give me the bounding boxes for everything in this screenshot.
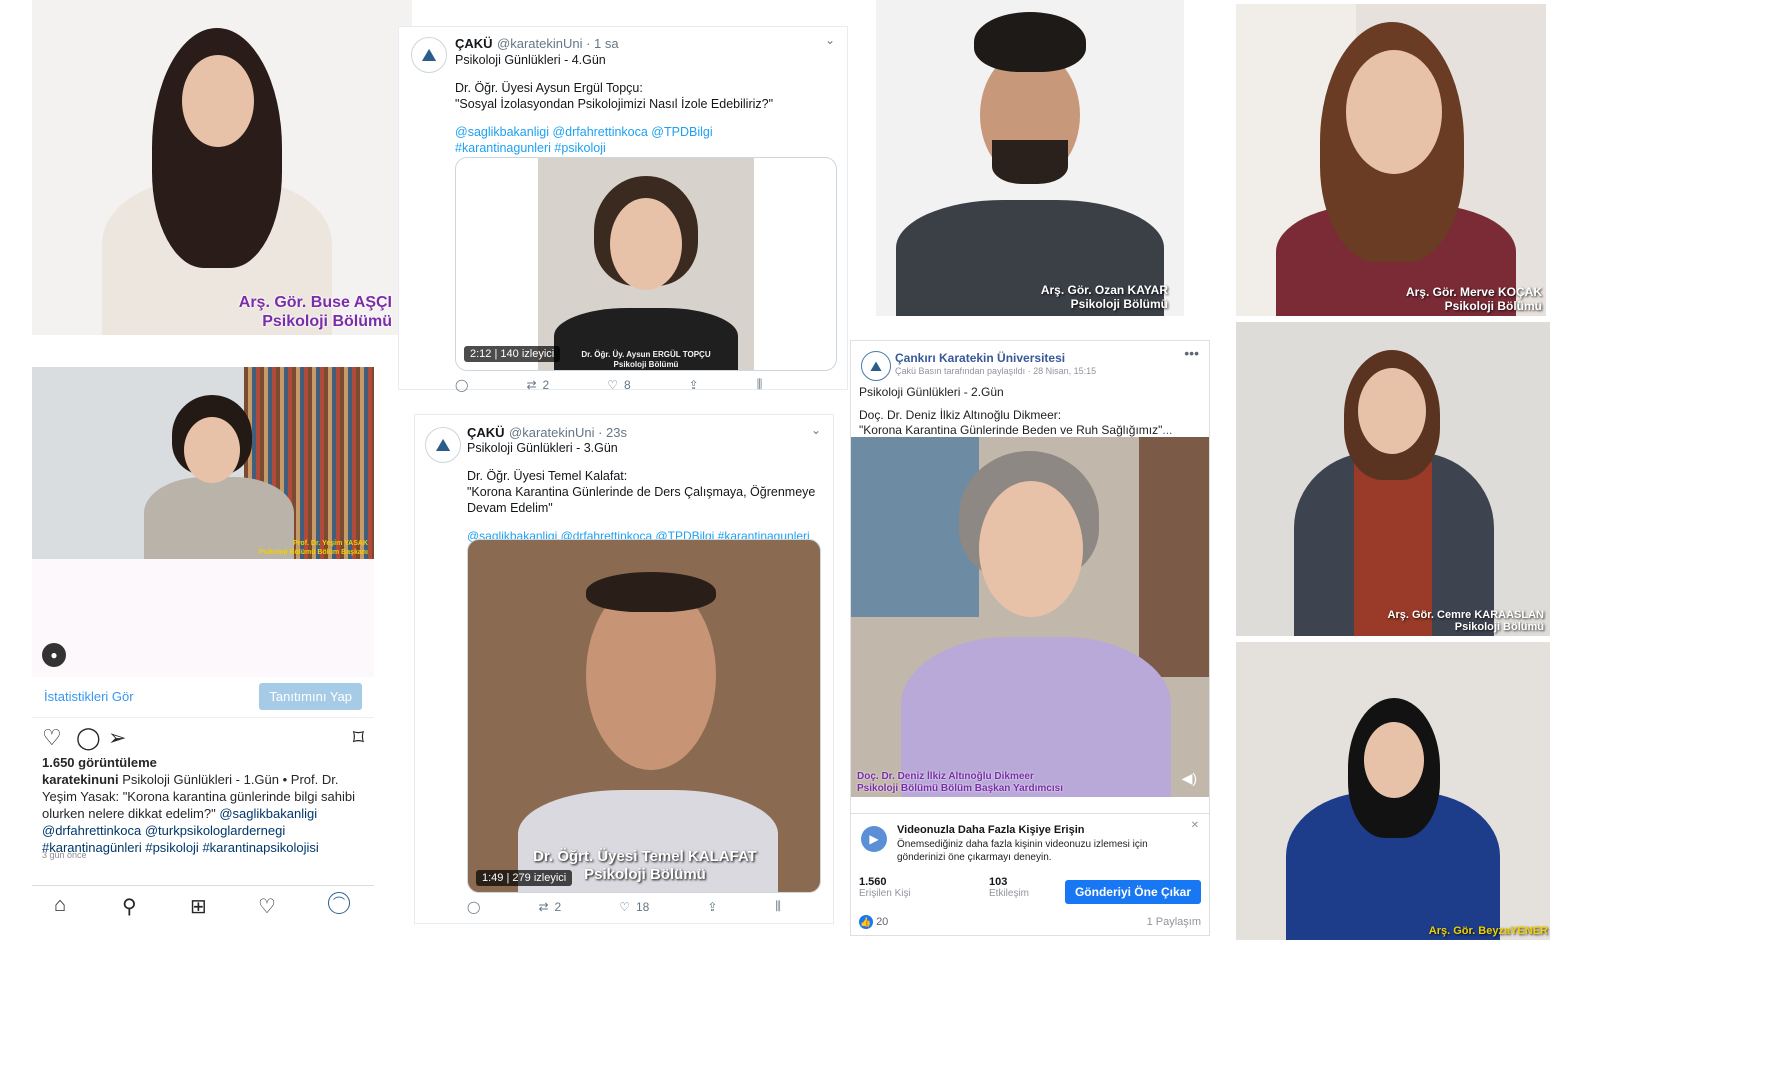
tweet-handle: @karatekinUni · 23s (509, 425, 627, 440)
tile-caption-name: Arş. Gör. Buse AŞÇI (238, 294, 392, 312)
comment-icon[interactable]: ◯ (76, 725, 101, 751)
caption-tags-3[interactable]: #karantinapsikolojisi (202, 840, 318, 855)
like-icon[interactable]: ♡ 8 (607, 377, 630, 392)
view-insights-link[interactable]: İstatistikleri Gör (44, 689, 134, 704)
video-duration: 1:49 | 279 izleyici (476, 870, 573, 886)
tile-caption-name: Arş. Gör. Cemre KARAASLAN (1387, 608, 1544, 621)
analytics-icon[interactable]: ⫼ (757, 377, 763, 392)
retweet-icon[interactable]: ⇄ 2 (526, 377, 549, 392)
video-tile-merve: Arş. Gör. Merve KOÇAK Psikoloji Bölümü (1236, 4, 1546, 316)
page-logo-icon[interactable]: ⛰ (861, 351, 891, 381)
close-icon[interactable]: ✕ (1191, 820, 1199, 831)
bookmark-icon[interactable]: ⌑ (353, 725, 364, 751)
instagram-bottom-nav: ⌂ ⚲ ⊞ ♡ ⌒ (32, 885, 374, 926)
tile-caption-name: Arş. Gör. BeyzaYENER (1428, 925, 1548, 938)
reach-value: 1.560 (859, 876, 887, 888)
tile-caption-name: Arş. Gör. Ozan KAYAR (1040, 283, 1168, 298)
view-count: 1.650 görüntüleme (42, 755, 157, 770)
analytics-icon[interactable]: ⫼ (775, 899, 781, 914)
activity-icon[interactable]: ♡ (258, 894, 276, 919)
tweet-video[interactable]: Dr. Öğrt. Üyesi Temel KALAFAT Psikoloji … (467, 539, 821, 893)
more-options-icon[interactable]: ••• (1184, 345, 1199, 361)
promo-text: Önemsediğiniz daha fazla kişinin videonu… (897, 839, 1148, 863)
reply-icon[interactable]: ◯ (467, 899, 480, 914)
home-icon[interactable]: ⌂ (54, 894, 66, 917)
search-icon[interactable]: ⚲ (122, 894, 137, 919)
instagram-video[interactable]: Prof. Dr. Yeşim YASAK Psikoloji Bölümü B… (32, 367, 374, 559)
boost-post-button[interactable]: Gönderiyi Öne Çıkar (1064, 880, 1201, 904)
tweet-video[interactable]: Dr. Öğr. Üy. Aysun ERGÜL TOPÇU Psikoloji… (455, 157, 837, 371)
share-icon[interactable]: ⇪ (689, 377, 699, 392)
tweet-actions: ◯ ⇄ 2 ♡ 8 ⇪ ⫼ (455, 377, 775, 392)
tile-caption-dept: Psikoloji Bölümü (1070, 297, 1168, 312)
reaction-count: 20 (876, 916, 889, 928)
video-duration: 2:12 | 140 izleyici (464, 346, 561, 362)
tile-caption-name: Arş. Gör. Merve KOÇAK (1405, 285, 1542, 300)
facebook-post: ⛰ Çankırı Karatekin Üniversitesi Çakü Ba… (850, 340, 1210, 936)
share-count: 1 Paylaşım (1146, 916, 1201, 928)
post-caption: karatekinuni Psikoloji Günlükleri - 1.Gü… (42, 771, 362, 856)
video-tile-cemre: Arş. Gör. Cemre KARAASLAN Psikoloji Bölü… (1236, 322, 1550, 636)
tweet-actions: ◯ ⇄ 2 ♡ 18 ⇪ ⫼ (467, 899, 787, 914)
share-icon[interactable]: ➢ (108, 725, 126, 751)
reply-icon[interactable]: ◯ (455, 377, 468, 392)
tweet-mentions[interactable]: @saglikbakanligi @drfahrettinkoca @TPDBi… (455, 124, 835, 140)
university-logo-icon[interactable]: ⛰ (411, 37, 447, 73)
tile-caption-dept: Psikoloji Bölümü (262, 312, 392, 330)
video-tile-buse: Arş. Gör. Buse AŞÇI Psikoloji Bölümü (32, 0, 412, 335)
reach-label: Erişilen Kişi (859, 888, 911, 899)
tweet-card-2: ⛰ ÇAKÜ @karatekinUni · 23s ⌄ Psikoloji G… (414, 414, 834, 924)
promo-title: Videonuzla Daha Fazla Kişiye Erişin (897, 824, 1085, 836)
engagement-value: 103 (989, 876, 1008, 888)
like-reaction-icon[interactable]: 👍 (859, 915, 873, 929)
tile-caption-dept: Psikoloji Bölümü (1454, 621, 1544, 634)
camera-icon[interactable]: ● (42, 643, 66, 667)
instagram-post: Prof. Dr. Yeşim YASAK Psikoloji Bölümü B… (32, 340, 374, 926)
person-face (182, 55, 254, 147)
shared-by: Çakü Basın tarafından paylaşıldı · 28 Ni… (895, 366, 1097, 376)
chevron-down-icon[interactable]: ⌄ (825, 33, 835, 47)
volume-icon[interactable]: ◀) (1182, 770, 1197, 787)
engagement-label: Etkileşim (989, 888, 1030, 899)
tweet-author[interactable]: ÇAKÜ (467, 425, 505, 440)
share-icon[interactable]: ⇪ (707, 899, 717, 914)
university-logo-icon[interactable]: ⛰ (425, 427, 461, 463)
heart-icon[interactable]: ♡ (42, 725, 62, 751)
post-time: 3 gün önce (42, 850, 87, 860)
facebook-video[interactable]: Doç. Dr. Deniz İlkiz Altınoğlu Dikmeer P… (851, 437, 1209, 797)
page-name[interactable]: Çankırı Karatekin Üniversitesi (895, 351, 1065, 365)
instagram-video-area: ● (32, 559, 374, 677)
tweet-author[interactable]: ÇAKÜ (455, 36, 493, 51)
tweet-hashtags[interactable]: #karantinagunleri #psikoloji (455, 140, 835, 156)
retweet-icon[interactable]: ⇄ 2 (538, 899, 561, 914)
like-icon[interactable]: ♡ 18 (619, 899, 649, 914)
chevron-down-icon[interactable]: ⌄ (811, 423, 821, 437)
tweet-card-1: ⛰ ÇAKÜ @karatekinUni · 1 sa ⌄ Psikoloji … (398, 26, 848, 392)
add-post-icon[interactable]: ⊞ (190, 894, 207, 919)
video-promo-icon: ▶ (861, 826, 887, 852)
promo-box: ▶ Videonuzla Daha Fazla Kişiye Erişin ✕ … (851, 813, 1209, 904)
tile-caption-dept: Psikoloji Bölümü (1444, 299, 1542, 314)
profile-icon[interactable]: ⌒ (328, 892, 350, 914)
video-tile-ozan: Arş. Gör. Ozan KAYAR Psikoloji Bölümü (876, 0, 1184, 316)
caption-user[interactable]: karatekinuni (42, 772, 119, 787)
video-tile-beyza: Arş. Gör. BeyzaYENER (1236, 642, 1550, 940)
tweet-handle: @karatekinUni · 1 sa (497, 36, 619, 51)
promote-button[interactable]: Tanıtımını Yap (259, 683, 362, 710)
